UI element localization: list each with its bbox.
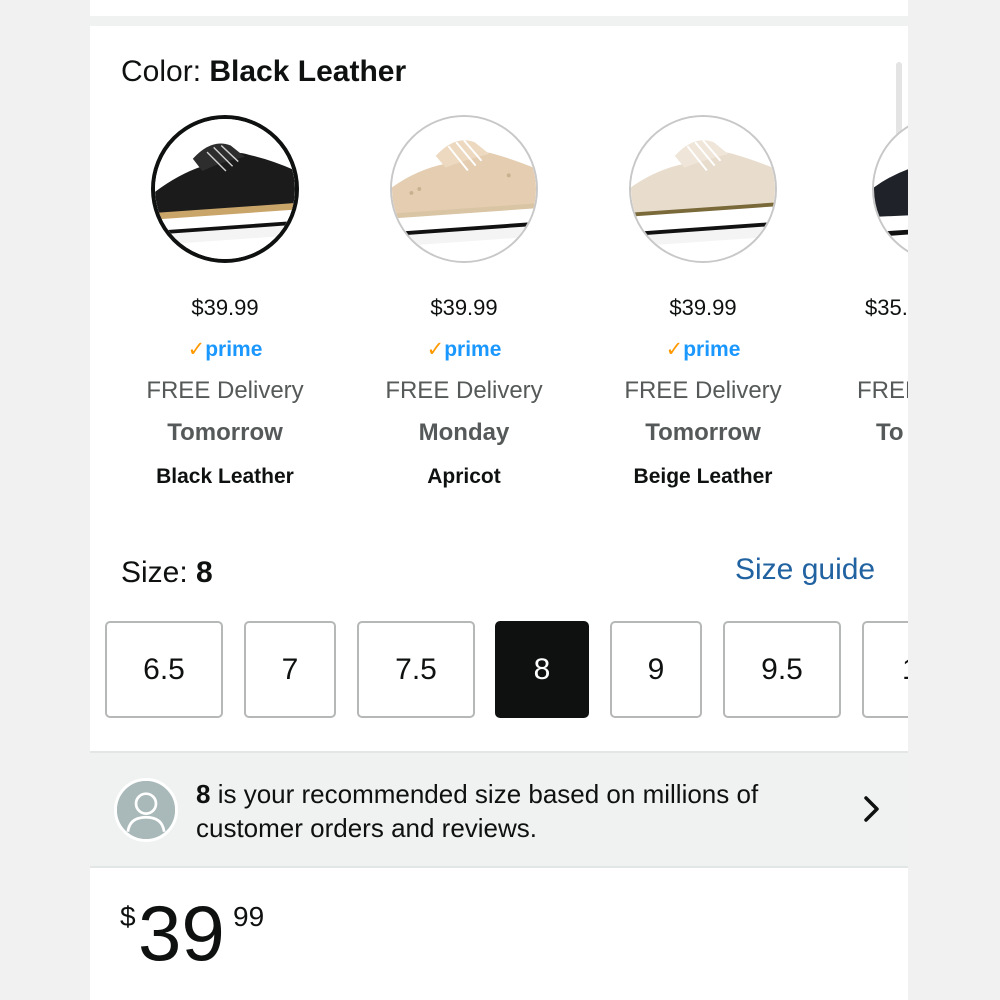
size-option-9-5[interactable]: 9.5 — [723, 621, 841, 718]
user-avatar-icon — [114, 778, 178, 842]
delivery-text: FREE — [857, 377, 908, 404]
size-option-partial[interactable]: 1 — [862, 621, 908, 718]
chevron-right-icon[interactable] — [860, 793, 884, 825]
swatch-color-name: Black Leather — [156, 465, 294, 488]
left-background — [0, 0, 90, 1000]
delivery-day: Monday — [418, 419, 510, 446]
recommended-size: 8 — [196, 779, 211, 809]
product-detail-panel: Color: Black Leather $39.99 ✓prime FREE … — [90, 0, 908, 1000]
right-background — [908, 0, 1000, 1000]
delivery-day: To — [876, 419, 904, 446]
size-label: Size: 8 — [121, 553, 213, 593]
prime-label: prime — [205, 338, 263, 361]
section-separator — [90, 16, 908, 26]
prime-check-icon: ✓ — [187, 338, 206, 361]
prime-label: prime — [444, 338, 502, 361]
size-recommendation-banner[interactable]: 8 is your recommended size based on mill… — [90, 753, 908, 866]
selected-color-name: Black Leather — [209, 55, 407, 88]
shoe-thumbnail-apricot — [390, 115, 538, 263]
color-label: Color: Black Leather — [121, 52, 406, 92]
prime-check-icon: ✓ — [905, 338, 908, 361]
delivery-day: Tomorrow — [645, 419, 761, 446]
delivery-text: FREE Delivery — [624, 377, 782, 404]
delivery-text: FREE Delivery — [385, 377, 543, 404]
prime-check-icon: ✓ — [665, 338, 684, 361]
size-option-7[interactable]: 7 — [244, 621, 336, 718]
prime-label: prime — [683, 338, 741, 361]
recommendation-message: is your recommended size based on millio… — [196, 779, 759, 843]
top-strip — [90, 0, 908, 16]
prime-badge: ✓prime — [344, 336, 584, 364]
color-label-prefix: Color: — [121, 55, 202, 88]
size-label-prefix: Size: — [121, 556, 188, 589]
swatch-price: $39.99 — [430, 295, 498, 320]
size-option-6-5[interactable]: 6.5 — [105, 621, 223, 718]
prime-check-icon: ✓ — [426, 338, 445, 361]
divider — [90, 866, 908, 868]
size-option-8[interactable]: 8 — [495, 621, 589, 718]
swatch-color-name: Beige Leather — [633, 465, 773, 488]
recommendation-text: 8 is your recommended size based on mill… — [196, 777, 836, 845]
size-guide-link[interactable]: Size guide — [735, 550, 875, 590]
prime-badge: ✓prime — [583, 336, 823, 364]
prime-badge: ✓prime — [105, 336, 345, 364]
size-option-7-5[interactable]: 7.5 — [357, 621, 475, 718]
color-swatch-partial[interactable]: $35. ✓ FREE To — [822, 115, 908, 515]
price-fraction: 99 — [233, 901, 265, 932]
delivery-text: FREE Delivery — [146, 377, 304, 404]
price-whole: 39 — [138, 889, 225, 977]
swatch-price: $35. — [865, 295, 908, 320]
size-option-9[interactable]: 9 — [610, 621, 702, 718]
swatch-price: $39.99 — [669, 295, 737, 320]
prime-badge: ✓ — [905, 336, 908, 364]
delivery-day: Tomorrow — [167, 419, 283, 446]
shoe-thumbnail-beige — [629, 115, 777, 263]
swatch-color-name: Apricot — [427, 465, 501, 488]
swatch-price: $39.99 — [191, 295, 259, 320]
shoe-thumbnail-black — [151, 115, 299, 263]
selected-size-value: 8 — [196, 556, 213, 589]
price-currency-symbol: $ — [120, 901, 136, 932]
shoe-thumbnail-partial — [872, 115, 908, 263]
